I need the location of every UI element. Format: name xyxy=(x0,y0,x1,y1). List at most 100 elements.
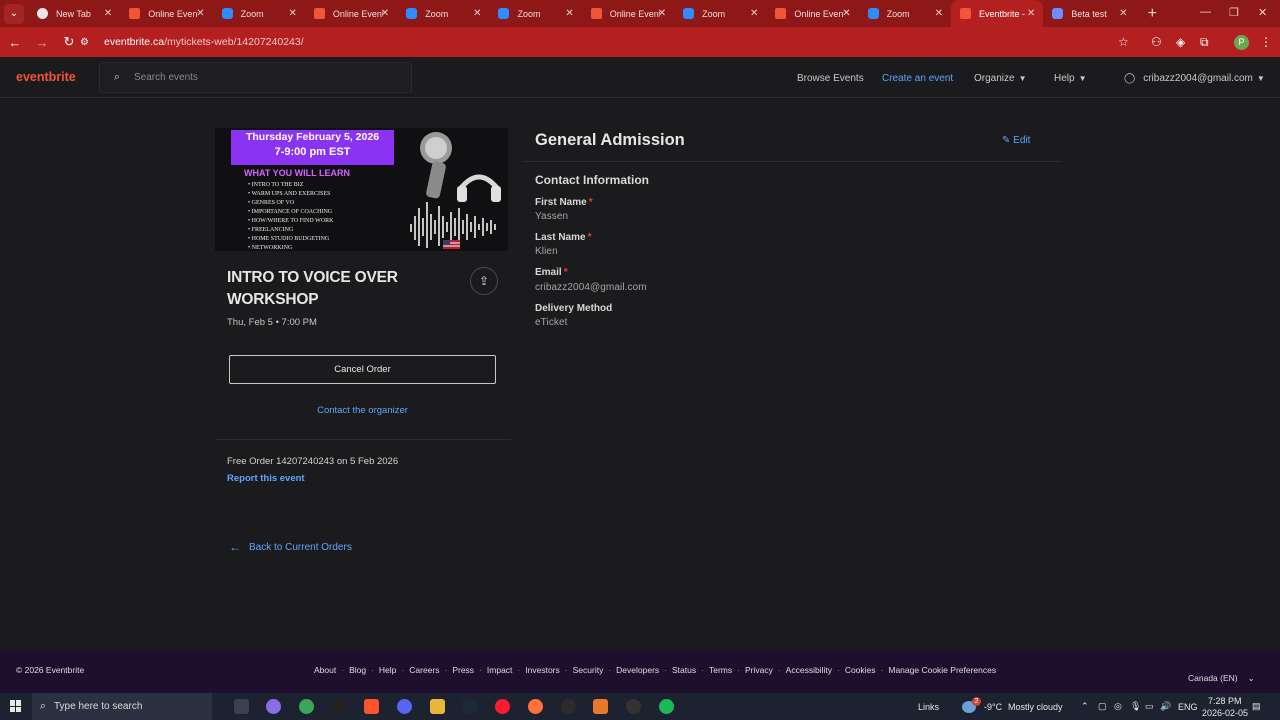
minimize-icon[interactable]: — xyxy=(1200,6,1211,18)
discord-icon[interactable] xyxy=(397,699,412,714)
browser-tab[interactable]: Online Events✕ xyxy=(120,0,212,27)
browser-tab[interactable]: Online Events✕ xyxy=(582,0,674,27)
contact-organizer-link[interactable]: Contact the organizer xyxy=(229,405,496,416)
footer-link[interactable]: Manage Cookie Preferences xyxy=(888,665,996,675)
eventbrite-logo[interactable]: eventbrite xyxy=(16,70,76,84)
network-icon[interactable]: ▭ xyxy=(1145,701,1154,712)
locale-selector[interactable]: Canada (EN) ⌄ xyxy=(1188,673,1255,684)
back-arrow-icon[interactable]: ← xyxy=(3,35,27,50)
organize-menu[interactable]: Organize ▼ xyxy=(974,73,1027,84)
browser-tab[interactable]: Zoom ✕ xyxy=(859,0,951,27)
app-icon[interactable] xyxy=(626,699,641,714)
footer-link[interactable]: Privacy xyxy=(745,665,773,675)
close-tab-icon[interactable]: ✕ xyxy=(750,8,758,19)
copilot-icon[interactable] xyxy=(266,699,281,714)
cancel-order-button[interactable]: Cancel Order xyxy=(229,355,496,384)
window-close-icon[interactable]: ✕ xyxy=(1258,6,1267,19)
browser-tab[interactable]: Zoom ✕ xyxy=(213,0,305,27)
search-input[interactable] xyxy=(134,72,394,83)
footer-link[interactable]: About xyxy=(314,665,336,675)
browser-tab[interactable]: Online Events✕ xyxy=(305,0,397,27)
footer-link[interactable]: Status xyxy=(672,665,696,675)
firefox-icon[interactable] xyxy=(528,699,543,714)
browser-tab[interactable]: Online Events✕ xyxy=(766,0,858,27)
close-tab-icon[interactable]: ✕ xyxy=(289,8,297,19)
media-player-icon[interactable] xyxy=(561,699,576,714)
close-tab-icon[interactable]: ✕ xyxy=(842,8,850,19)
close-tab-icon[interactable]: ✕ xyxy=(1027,8,1035,19)
footer-link[interactable]: Careers xyxy=(409,665,439,675)
footer-link[interactable]: Help xyxy=(379,665,396,675)
notifications-icon[interactable]: ▤ xyxy=(1252,701,1261,712)
more-menu-icon[interactable]: ⋮ xyxy=(1260,35,1272,49)
account-menu[interactable]: ◯ cribazz2004@gmail.com ▼ xyxy=(1124,73,1265,84)
temperature[interactable]: -9°C xyxy=(984,702,1002,712)
footer-link[interactable]: Impact xyxy=(487,665,513,675)
taskbar-search[interactable]: ⌕ Type here to search xyxy=(32,693,212,720)
browser-tab-active[interactable]: Eventbrite - ✕ xyxy=(950,0,1044,27)
create-event-link[interactable]: Create an event xyxy=(882,73,953,84)
app-icon[interactable] xyxy=(593,699,608,714)
share-button[interactable]: ⇪ xyxy=(470,267,498,295)
close-tab-icon[interactable]: ✕ xyxy=(565,8,573,19)
tab-search-chevron-icon[interactable]: ⌄ xyxy=(4,3,24,24)
close-tab-icon[interactable]: ✕ xyxy=(196,8,204,19)
weather-condition[interactable]: Mostly cloudy xyxy=(1008,702,1063,712)
close-tab-icon[interactable]: ✕ xyxy=(381,8,389,19)
extension-icon[interactable]: ◈ xyxy=(1176,35,1185,49)
microphone-icon[interactable]: 🎙 xyxy=(1130,701,1141,712)
file-explorer-icon[interactable] xyxy=(430,699,445,714)
search-icon: ⌕ xyxy=(113,71,121,83)
close-tab-icon[interactable]: ✕ xyxy=(658,8,666,19)
clock-date[interactable]: 2026-02-05 xyxy=(1202,708,1248,718)
footer-link[interactable]: Press xyxy=(452,665,474,675)
close-tab-icon[interactable]: ✕ xyxy=(104,8,112,19)
edit-link[interactable]: ✎ Edit xyxy=(1002,135,1030,146)
extensions-puzzle-icon[interactable]: ⧉ xyxy=(1200,35,1209,50)
back-to-orders-link[interactable]: ← Back to Current Orders xyxy=(229,540,352,554)
links-toolbar[interactable]: Links xyxy=(918,702,939,712)
steam-icon[interactable] xyxy=(462,699,477,714)
close-tab-icon[interactable]: ✕ xyxy=(1119,8,1127,19)
clock-time[interactable]: 7:28 PM xyxy=(1208,696,1242,706)
tray-app-icon[interactable]: ▢ xyxy=(1098,701,1107,712)
tray-chevron-up-icon[interactable]: ⌃ xyxy=(1081,701,1089,712)
profile-avatar[interactable]: P xyxy=(1234,35,1249,50)
footer-link[interactable]: Investors xyxy=(525,665,560,675)
task-view-icon[interactable] xyxy=(234,699,249,714)
browser-tab[interactable]: Beta test ✕ xyxy=(1043,0,1135,27)
report-event-link[interactable]: Report this event xyxy=(227,473,305,484)
footer-link[interactable]: Terms xyxy=(709,665,732,675)
chrome-app-icon[interactable] xyxy=(299,699,314,714)
language-indicator[interactable]: ENG xyxy=(1178,702,1198,712)
volume-icon[interactable]: 🔊 xyxy=(1160,701,1171,712)
browser-tab[interactable]: Zoom ✕ xyxy=(489,0,581,27)
restore-icon[interactable]: ❐ xyxy=(1229,6,1239,19)
windows-start-icon[interactable] xyxy=(10,700,22,712)
browse-events-link[interactable]: Browse Events xyxy=(797,73,864,84)
footer-link[interactable]: Blog xyxy=(349,665,366,675)
forward-arrow-icon[interactable]: → xyxy=(30,35,54,50)
footer-link[interactable]: Cookies xyxy=(845,665,876,675)
close-tab-icon[interactable]: ✕ xyxy=(935,8,943,19)
tray-app-icon[interactable]: ◎ xyxy=(1114,701,1122,712)
browser-tab[interactable]: Zoom ✕ xyxy=(674,0,766,27)
spotify-icon[interactable] xyxy=(659,699,674,714)
browser-tab[interactable]: New Tab ✕ xyxy=(28,0,120,27)
help-menu[interactable]: Help ▼ xyxy=(1054,73,1087,84)
brave-icon[interactable] xyxy=(364,699,379,714)
reload-icon[interactable]: ↻ xyxy=(57,34,81,50)
browser-tab[interactable]: Zoom ✕ xyxy=(397,0,489,27)
app-icon[interactable] xyxy=(332,699,347,714)
opera-icon[interactable] xyxy=(495,699,510,714)
footer-link[interactable]: Security xyxy=(573,665,604,675)
site-info-icon[interactable]: ⚙ xyxy=(80,37,96,48)
footer-link[interactable]: Developers xyxy=(616,665,659,675)
url-field[interactable]: ⚙ eventbrite.ca/mytickets-web/1420724024… xyxy=(80,30,1140,54)
extension-icon[interactable]: ⚇ xyxy=(1151,35,1162,49)
new-tab-icon[interactable]: + xyxy=(1148,5,1157,23)
close-tab-icon[interactable]: ✕ xyxy=(473,8,481,19)
bookmark-star-icon[interactable]: ☆ xyxy=(1118,35,1129,49)
footer-link[interactable]: Accessibility xyxy=(786,665,832,675)
search-bar[interactable]: ⌕ xyxy=(99,62,412,93)
